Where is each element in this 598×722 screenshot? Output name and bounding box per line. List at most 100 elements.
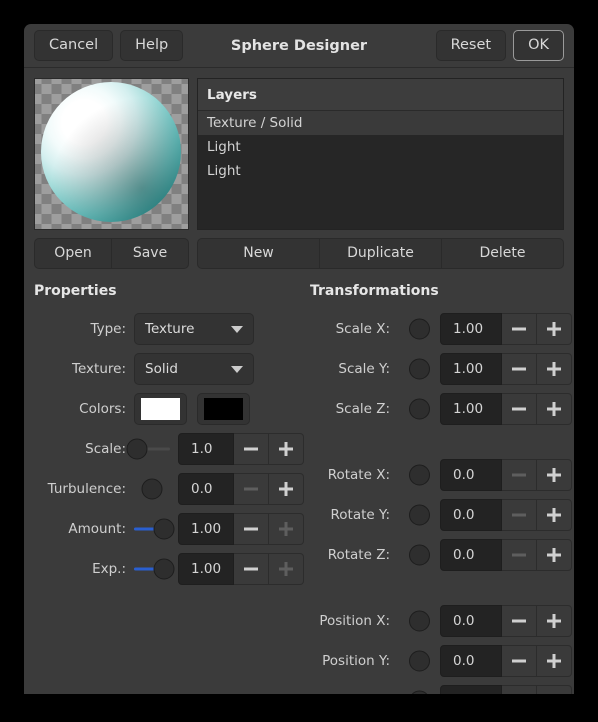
exp-value-field[interactable]: 1.00 <box>178 553 234 585</box>
scale-x-slider-knob[interactable] <box>409 318 430 340</box>
position-x-slider[interactable] <box>398 610 432 632</box>
rotate-z-increment-button[interactable] <box>537 539 572 571</box>
turbulence-slider-knob[interactable] <box>141 478 163 500</box>
file-save-button[interactable]: Save <box>111 238 189 269</box>
scale-x-spinner: 1.00 <box>440 313 572 345</box>
amount-slider[interactable] <box>134 518 175 540</box>
rotate-z-slider-knob[interactable] <box>409 544 430 566</box>
type-value: Texture <box>145 321 195 337</box>
scale-slider[interactable] <box>126 438 170 460</box>
position-y-slider-knob[interactable] <box>409 650 430 672</box>
rotate-y-slider-knob[interactable] <box>409 504 430 526</box>
minus-icon <box>512 473 526 477</box>
scale-decrement-button[interactable] <box>234 433 269 465</box>
scale-z-label: Scale Z: <box>335 401 390 417</box>
scale-z-value-field[interactable]: 1.00 <box>440 393 502 425</box>
plus-icon <box>552 508 556 522</box>
position-y-value-field[interactable]: 0.0 <box>440 645 502 677</box>
exp-decrement-button[interactable] <box>234 553 269 585</box>
minus-icon <box>512 407 526 411</box>
position-y-decrement-button[interactable] <box>502 645 537 677</box>
layer-button-group: New Duplicate Delete <box>197 238 564 269</box>
scale-x-decrement-button[interactable] <box>502 313 537 345</box>
scale-x-slider[interactable] <box>398 318 432 340</box>
rotate-x-slider[interactable] <box>398 464 432 486</box>
chevron-down-icon <box>231 365 243 373</box>
position-x-value-field[interactable]: 0.0 <box>440 605 502 637</box>
position-y-slider[interactable] <box>398 650 432 672</box>
exp-slider[interactable] <box>134 558 175 580</box>
position-x-slider-knob[interactable] <box>409 610 430 632</box>
scale-y-decrement-button[interactable] <box>502 353 537 385</box>
rotate-x-value-field[interactable]: 0.0 <box>440 459 502 491</box>
scale-increment-button[interactable] <box>269 433 304 465</box>
amount-row: Amount: 1.00 <box>34 509 304 549</box>
file-open-button[interactable]: Open <box>34 238 112 269</box>
rotate-z-row: Rotate Z: 0.0 <box>310 535 572 575</box>
layer-list-item[interactable]: Texture / Solid <box>198 111 563 135</box>
layers-list[interactable]: Texture / Solid Light Light <box>198 111 563 229</box>
scale-value-field[interactable]: 1.0 <box>178 433 234 465</box>
rotate-x-slider-knob[interactable] <box>409 464 430 486</box>
amount-slider-knob[interactable] <box>153 518 175 540</box>
exp-increment-button <box>269 553 304 585</box>
scale-z-slider[interactable] <box>398 398 432 420</box>
layer-duplicate-button[interactable]: Duplicate <box>319 238 442 269</box>
plus-icon <box>552 362 556 376</box>
turbulence-slider[interactable] <box>134 478 170 500</box>
layer-new-button[interactable]: New <box>197 238 320 269</box>
rotate-z-slider[interactable] <box>398 544 432 566</box>
texture-dropdown[interactable]: Solid <box>134 353 254 385</box>
help-button[interactable]: Help <box>120 30 184 61</box>
color-swatch-1-button[interactable] <box>134 393 187 425</box>
scale-y-increment-button[interactable] <box>537 353 572 385</box>
exp-slider-knob[interactable] <box>153 558 175 580</box>
position-x-increment-button[interactable] <box>537 605 572 637</box>
type-dropdown[interactable]: Texture <box>134 313 254 345</box>
rotate-z-value-field[interactable]: 0.0 <box>440 539 502 571</box>
position-z-increment-button[interactable] <box>537 685 572 694</box>
turbulence-value-field[interactable]: 0.0 <box>178 473 234 505</box>
scale-y-slider[interactable] <box>398 358 432 380</box>
minus-icon <box>512 513 526 517</box>
scale-label: Scale: <box>85 441 126 457</box>
amount-value-field[interactable]: 1.00 <box>178 513 234 545</box>
scale-x-label: Scale X: <box>335 321 390 337</box>
reset-button[interactable]: Reset <box>435 30 507 61</box>
colors-label: Colors: <box>79 401 126 417</box>
layer-list-item[interactable]: Light <box>198 159 563 183</box>
scale-z-decrement-button[interactable] <box>502 393 537 425</box>
position-x-decrement-button[interactable] <box>502 605 537 637</box>
position-z-row: Position Z: 0.0 <box>310 681 572 694</box>
minus-icon <box>244 447 258 451</box>
cancel-button[interactable]: Cancel <box>34 30 114 61</box>
turbulence-label: Turbulence: <box>47 481 126 497</box>
scale-z-increment-button[interactable] <box>537 393 572 425</box>
turbulence-increment-button[interactable] <box>269 473 304 505</box>
scale-y-value-field[interactable]: 1.00 <box>440 353 502 385</box>
position-z-value-field[interactable]: 0.0 <box>440 685 502 694</box>
scale-z-slider-knob[interactable] <box>409 398 430 420</box>
position-z-slider-knob[interactable] <box>409 690 430 694</box>
scale-slider-knob[interactable] <box>126 438 148 460</box>
scale-x-increment-button[interactable] <box>537 313 572 345</box>
ok-button[interactable]: OK <box>513 30 564 61</box>
color-swatch-2-button[interactable] <box>197 393 250 425</box>
color-swatch-1 <box>141 398 180 420</box>
scale-x-value-field[interactable]: 1.00 <box>440 313 502 345</box>
rotate-y-increment-button[interactable] <box>537 499 572 531</box>
rotate-y-value-field[interactable]: 0.0 <box>440 499 502 531</box>
amount-label: Amount: <box>68 521 126 537</box>
rotate-y-slider[interactable] <box>398 504 432 526</box>
layer-delete-button[interactable]: Delete <box>441 238 564 269</box>
amount-decrement-button[interactable] <box>234 513 269 545</box>
position-z-decrement-button[interactable] <box>502 685 537 694</box>
position-y-increment-button[interactable] <box>537 645 572 677</box>
rotate-x-increment-button[interactable] <box>537 459 572 491</box>
sphere-preview[interactable] <box>34 78 189 230</box>
scale-y-slider-knob[interactable] <box>409 358 430 380</box>
position-z-slider[interactable] <box>398 690 432 694</box>
layer-list-item[interactable]: Light <box>198 135 563 159</box>
preview-and-layers: Layers Texture / Solid Light Light <box>24 68 574 230</box>
rotate-z-decrement-button <box>502 539 537 571</box>
